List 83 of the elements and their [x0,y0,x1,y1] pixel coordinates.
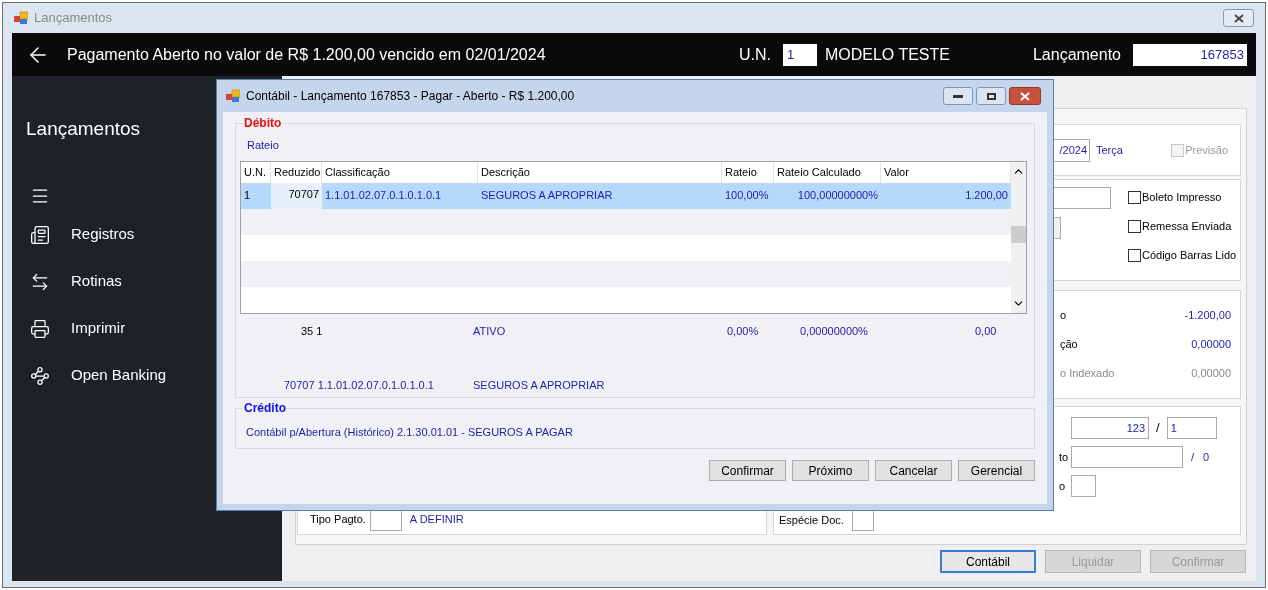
column-header[interactable]: Reduzido [271,161,322,183]
un-label: U.N. [738,44,771,65]
newspaper-icon [30,224,50,245]
checkbox-label: Boleto Impresso [1142,190,1222,206]
weekday-label: Terça [1096,142,1123,158]
close-icon [1233,13,1244,23]
dialog-button[interactable]: Gerencial [958,460,1035,481]
action-button[interactable]: Contábil [940,550,1036,573]
company-name: MODELO TESTE [824,44,950,65]
column-header[interactable]: Rateio Calculado [774,161,881,183]
checkbox-label: Previsão [1185,142,1228,158]
arrows-icon [30,271,50,292]
column-header[interactable]: Rateio [722,161,774,183]
total-value: 0,00000 [1191,337,1231,352]
minimize-button[interactable] [943,87,973,105]
checkbox-label: Remessa Enviada [1142,219,1232,235]
text-field[interactable] [1071,446,1183,468]
table-cell-text: 100,00% [724,188,770,204]
summary-code: 35 1 [301,323,323,339]
number-field[interactable]: 123 [1071,417,1149,439]
column-header[interactable]: Classificação [322,161,478,183]
close-button[interactable] [1009,87,1041,105]
entry-field[interactable]: 167853 [1133,43,1247,66]
maximize-button[interactable] [976,87,1006,105]
checkbox[interactable] [1128,220,1141,233]
app-icon [226,89,240,103]
close-button[interactable] [1223,9,1254,27]
close-icon [1020,91,1030,101]
field-label: Tipo Pagto. [310,512,366,528]
total-label: ção [1060,337,1078,352]
table-row[interactable]: 1 70707 1.1.01.02.07.0.1.0.1.0.1 SEGUROS A APROPRIAR 100,00% 100,00000000% 1.200,00 [241,182,1011,209]
debit-title: Débito [243,115,283,132]
summary-calculated: 0,00000000% [800,323,868,339]
rateio-link[interactable]: Rateio [247,137,1030,154]
small-field[interactable] [1071,475,1096,497]
field-label: Espécie Doc. [779,512,844,528]
separator-label: / [1191,449,1195,465]
scroll-thumb[interactable] [1011,225,1026,243]
series-field[interactable]: 1 [1166,417,1217,439]
table-cell-text: 1 [243,188,252,204]
total-label: o Indexado [1060,366,1115,381]
count-value: 0 [1203,449,1210,465]
dialog-button[interactable]: Próximo [792,460,869,481]
table-cell-text: 1.1.01.02.07.0.1.0.1.0.1 [324,188,443,204]
table-cell-text: 100,00000000% [796,188,879,204]
credit-title: Crédito [243,400,287,417]
field-label: to [1059,449,1070,465]
total-value: 0,00000 [1191,366,1231,381]
account-description: SEGUROS A APROPRIAR [473,378,605,393]
header-title: Pagamento Aberto no valor de R$ 1.200,00 vencido em 02/01/2024 [67,44,546,65]
un-field[interactable]: 1 [782,43,817,66]
sidebar-item[interactable]: Rotinas [26,269,282,294]
summary-value: 0,00 [975,323,997,339]
table-cell: 70707 [271,182,322,209]
entry-label: Lançamento [1032,44,1121,65]
column-header[interactable]: Descrição [478,161,722,183]
field-label: o [1059,478,1067,494]
checkbox-label: Código Barras Lido [1142,248,1237,264]
summary-rateio: 0,00% [727,323,759,339]
credit-description: Contábil p/Abertura (Histórico) 2.1.30.01.01 - SEGUROS A PAGAR [246,425,574,440]
sidebar-item[interactable]: Imprimir [26,316,282,341]
dialog-button[interactable]: Cancelar [875,460,952,481]
nodes-icon [30,365,50,386]
sidebar-item[interactable]: Open Banking [26,363,282,388]
window-title: Lançamentos [34,9,113,28]
table-cell-text: SEGUROS A APROPRIAR [480,188,614,204]
checkbox[interactable] [1128,191,1141,204]
payment-type-value: A DEFINIR [409,512,464,528]
table-cell-text: 1.200,00 [964,188,1009,204]
total-label: o [1060,308,1067,323]
checkbox[interactable] [1128,249,1141,262]
sidebar-item[interactable]: Registros [26,222,282,247]
printer-icon [30,318,50,339]
column-header[interactable]: U.N. [241,161,271,183]
sidebar-title: Lançamentos [26,117,141,141]
separator-label: / [1156,419,1160,438]
summary-description: ATIVO [473,323,506,339]
total-value: -1.200,00 [1184,308,1231,323]
dialog-button[interactable]: Confirmar [709,460,786,481]
scrollbar[interactable] [1011,161,1026,313]
dialog-title: Contábil - Lançamento 167853 - Pagar - Aberto - R$ 1.200,00 [246,88,575,105]
account-code: 70707 1.1.01.02.07.0.1.0.1.0.1 [284,378,434,393]
app-icon [14,11,28,25]
